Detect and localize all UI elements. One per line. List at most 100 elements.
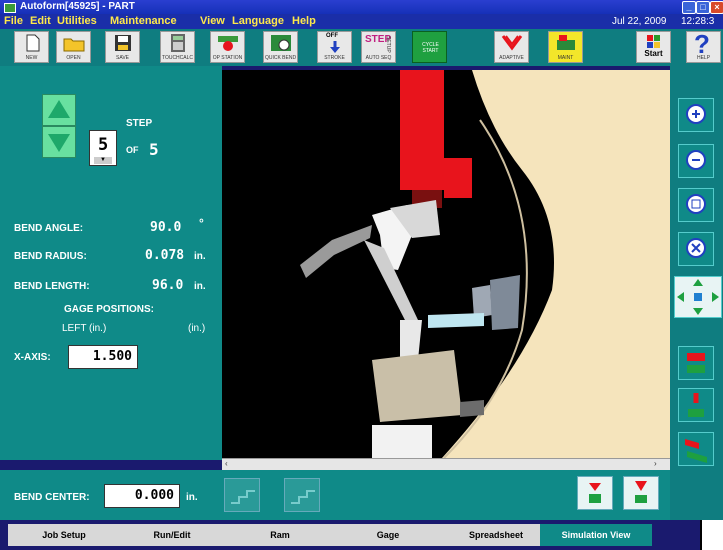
title-bar: Autoform[45925] - PART _ □ × <box>0 0 723 14</box>
start-button[interactable]: Start <box>636 31 671 63</box>
arrow-up-icon <box>48 100 70 118</box>
adaptive-button[interactable]: ADAPTIVE <box>494 31 529 63</box>
step-current: 5 <box>98 135 109 155</box>
touchcalc-button[interactable]: TOUCHCALC <box>160 31 195 63</box>
tab-job-setup[interactable]: Job Setup <box>8 524 120 546</box>
menu-view[interactable]: View <box>200 14 225 29</box>
quick-bend-icon <box>271 35 291 51</box>
off-label: OFF <box>326 33 338 39</box>
die-base <box>372 425 432 458</box>
zoom-fit-button[interactable] <box>678 188 714 222</box>
maint-button[interactable]: MAINT <box>548 31 583 63</box>
menu-edit[interactable]: Edit <box>30 14 51 29</box>
x-axis-field[interactable]: 1.500 <box>68 345 138 369</box>
quick-bend-button[interactable]: QUICK BEND <box>263 31 298 63</box>
cycle-start-button[interactable]: CYCLE START <box>412 31 447 63</box>
menu-file[interactable]: File <box>4 14 23 29</box>
backgage-body <box>490 275 520 330</box>
bend-center-unit: in. <box>186 492 198 503</box>
corner-panel <box>700 520 723 550</box>
simulation-viewport[interactable] <box>222 70 670 458</box>
new-button[interactable]: NEW <box>14 31 49 63</box>
open-label: OPEN <box>66 55 81 61</box>
step-selector[interactable]: 5 ▼ <box>89 130 117 166</box>
stroke-label: STROKE <box>324 55 345 61</box>
bend-length-label: BEND LENGTH: <box>14 281 90 292</box>
chevron-down-icon: ▼ <box>94 157 112 164</box>
bend-radius-label: BEND RADIUS: <box>14 251 87 262</box>
maximize-button[interactable]: □ <box>696 1 710 14</box>
save-button[interactable]: SAVE <box>105 31 140 63</box>
bend-length-value: 96.0 <box>152 278 184 293</box>
bend-angle-label: BEND ANGLE: <box>14 223 84 234</box>
x-axis-label: X-AXIS: <box>14 352 51 363</box>
touchcalc-label: TOUCHCALC <box>161 55 194 61</box>
close-button[interactable]: × <box>710 1 723 14</box>
zoom-in-button[interactable] <box>678 98 714 132</box>
steps-down-icon <box>231 490 255 504</box>
scroll-right-icon[interactable]: › <box>654 459 657 468</box>
pan-arrows-icon <box>677 279 719 315</box>
step-title: STEP <box>126 118 153 129</box>
op-station-label: OP STATION <box>212 55 243 61</box>
help-label: HELP <box>696 55 711 61</box>
pan-button[interactable] <box>674 276 722 318</box>
tab-simulation-view[interactable]: Simulation View <box>540 524 652 546</box>
tab-run-edit[interactable]: Run/Edit <box>116 524 228 546</box>
adaptive-icon <box>501 35 523 51</box>
open-button[interactable]: OPEN <box>56 31 91 63</box>
zoom-reset-button[interactable] <box>678 232 714 266</box>
step-of-label: OF <box>126 145 139 155</box>
tab-bar: Job Setup Run/Edit Ram Gage Spreadsheet … <box>0 520 723 550</box>
zoom-fit-icon <box>686 194 706 214</box>
view-side-button[interactable] <box>678 388 714 422</box>
window-title: Autoform[45925] - PART <box>20 1 135 12</box>
zoom-reset-icon <box>686 238 706 258</box>
tab-ram[interactable]: Ram <box>224 524 336 546</box>
op-station-icon <box>218 36 238 51</box>
step-down-button[interactable] <box>42 126 76 158</box>
menu-help[interactable]: Help <box>292 14 316 29</box>
sequence-forward-button[interactable] <box>284 478 320 512</box>
folder-icon <box>63 38 85 52</box>
bend-center-label: BEND CENTER: <box>14 492 90 503</box>
scroll-left-icon[interactable]: ‹ <box>225 459 228 468</box>
help-button[interactable]: ? HELP <box>686 29 721 63</box>
horizontal-scrollbar[interactable]: ‹ › <box>222 458 670 470</box>
lower-die <box>372 350 462 422</box>
bend-length-unit: in. <box>194 281 206 292</box>
minimize-button[interactable]: _ <box>682 1 696 14</box>
start-label: Start <box>644 49 663 58</box>
upper-ram <box>400 70 444 190</box>
view-iso-button[interactable] <box>678 432 714 466</box>
calculator-icon <box>171 34 185 52</box>
tab-spreadsheet[interactable]: Spreadsheet <box>440 524 552 546</box>
steps-up-icon <box>291 490 315 504</box>
stroke-button[interactable]: OFF STROKE <box>317 31 352 63</box>
op-station-button[interactable]: OP STATION <box>210 31 245 63</box>
quick-bend-label: QUICK BEND <box>264 55 297 61</box>
step-up-button[interactable] <box>42 94 76 126</box>
zoom-out-button[interactable] <box>678 144 714 178</box>
tool-close-icon <box>635 481 647 503</box>
press-side-icon <box>688 393 704 417</box>
menu-utilities[interactable]: Utilities <box>57 14 97 29</box>
setup-label: SETUP <box>385 36 391 53</box>
menu-maintenance[interactable]: Maintenance <box>110 14 177 29</box>
tool-close-button[interactable] <box>623 476 659 510</box>
tool-open-icon <box>589 483 601 503</box>
auto-seq-button[interactable]: STEP SETUP AUTO SEQ <box>361 31 396 63</box>
bend-center-field[interactable]: 0.000 <box>104 484 180 508</box>
bend-radius-unit: in. <box>194 251 206 262</box>
tab-gage[interactable]: Gage <box>332 524 444 546</box>
stroke-icon <box>330 41 340 53</box>
backgage-finger <box>472 285 492 318</box>
maint-icon <box>557 35 575 50</box>
tool-open-button[interactable] <box>577 476 613 510</box>
sequence-back-button[interactable] <box>224 478 260 512</box>
menu-language[interactable]: Language <box>232 14 284 29</box>
bottom-panel: BEND CENTER: 0.000 in. <box>0 470 670 520</box>
time-display: 12:28:3 <box>681 16 715 27</box>
adaptive-label: ADAPTIVE <box>499 55 524 61</box>
view-front-button[interactable] <box>678 346 714 380</box>
